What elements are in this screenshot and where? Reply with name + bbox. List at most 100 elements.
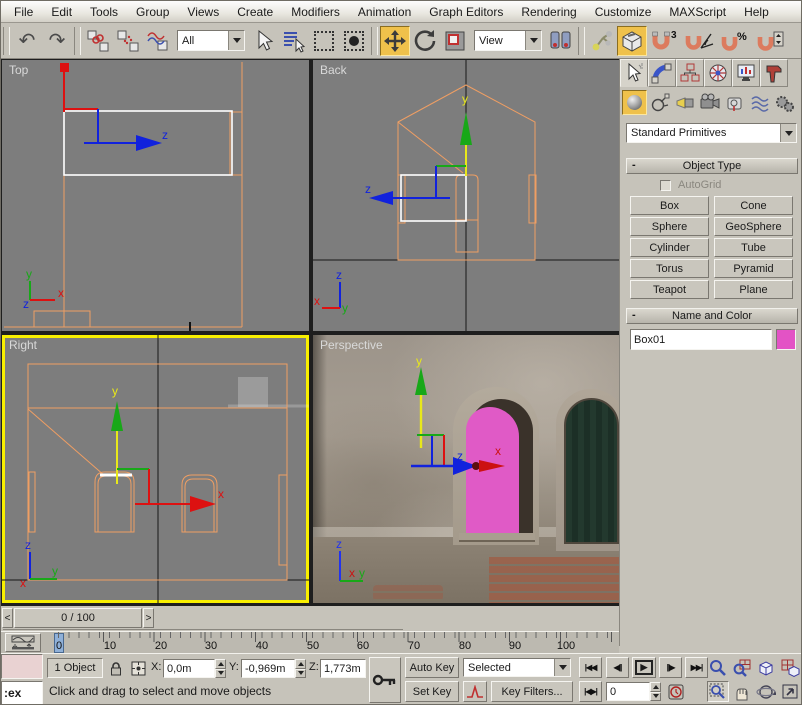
- zoom-extents-all-button[interactable]: [779, 657, 801, 678]
- arc-rotate-button[interactable]: [755, 681, 777, 702]
- spinner-snap-button[interactable]: [753, 26, 787, 56]
- set-keys-button[interactable]: [369, 657, 401, 703]
- previous-frame-button[interactable]: ◀||: [606, 657, 629, 678]
- rectangular-selection-region-button[interactable]: [309, 26, 339, 56]
- viewport-top[interactable]: Top z y z: [2, 60, 309, 331]
- menu-file[interactable]: File: [5, 3, 42, 21]
- zoom-button[interactable]: [707, 657, 729, 678]
- subtab-helpers[interactable]: [722, 90, 747, 115]
- create-plane-button[interactable]: Plane: [714, 280, 793, 299]
- time-slider-track[interactable]: [3, 629, 403, 630]
- viewport-right[interactable]: Right y: [2, 335, 309, 603]
- percent-snap-button[interactable]: %: [717, 26, 753, 56]
- z-coordinate-field[interactable]: 1,773m: [320, 659, 366, 678]
- create-torus-button[interactable]: Torus: [630, 259, 709, 278]
- viewport-perspective-label[interactable]: Perspective: [320, 338, 383, 352]
- time-configuration-button[interactable]: [665, 682, 686, 702]
- go-to-end-button[interactable]: ▶▶|: [685, 657, 708, 678]
- menu-rendering[interactable]: Rendering: [512, 3, 585, 21]
- menu-customize[interactable]: Customize: [586, 3, 661, 21]
- region-zoom-button[interactable]: [707, 681, 729, 702]
- menu-help[interactable]: Help: [735, 3, 778, 21]
- window-crossing-toggle-button[interactable]: [339, 26, 369, 56]
- subtab-geometry[interactable]: [622, 90, 647, 115]
- mini-curve-editor-button[interactable]: [5, 633, 41, 652]
- select-and-manipulate-button[interactable]: [587, 26, 617, 56]
- viewport-back-label[interactable]: Back: [320, 63, 347, 77]
- track-bar-ruler[interactable]: [49, 632, 615, 654]
- frame-spinner[interactable]: [650, 682, 661, 701]
- tab-utilities[interactable]: [760, 59, 788, 87]
- category-dropdown[interactable]: Standard Primitives: [626, 123, 797, 143]
- time-slider-prev-button[interactable]: <: [2, 608, 13, 628]
- use-pivot-point-button[interactable]: [546, 26, 576, 56]
- menu-views[interactable]: Views: [178, 3, 228, 21]
- pan-button[interactable]: [731, 681, 753, 702]
- play-button[interactable]: ▶: [632, 657, 656, 678]
- menu-edit[interactable]: Edit: [42, 3, 81, 21]
- create-cylinder-button[interactable]: Cylinder: [630, 238, 709, 257]
- y-spinner[interactable]: [295, 659, 306, 678]
- viewport-perspective[interactable]: Perspective y z x z x y: [313, 335, 619, 603]
- select-and-link-button[interactable]: [83, 26, 113, 56]
- key-mode-toggle-button[interactable]: |◀▶|: [579, 681, 602, 702]
- key-filters-button[interactable]: Key Filters...: [491, 681, 573, 702]
- redo-button[interactable]: ↷: [42, 26, 72, 56]
- undo-button[interactable]: ↶: [12, 26, 42, 56]
- create-box-button[interactable]: Box: [630, 196, 709, 215]
- create-cone-button[interactable]: Cone: [714, 196, 793, 215]
- menu-graph-editors[interactable]: Graph Editors: [420, 3, 512, 21]
- zoom-extents-button[interactable]: [755, 657, 777, 678]
- set-key-button[interactable]: Set Key: [405, 681, 459, 702]
- create-sphere-button[interactable]: Sphere: [630, 217, 709, 236]
- subtab-shapes[interactable]: [647, 90, 672, 115]
- tab-create[interactable]: [620, 59, 648, 87]
- selected-filter-dropdown[interactable]: Selected: [463, 658, 571, 677]
- select-and-move-button[interactable]: [380, 26, 410, 56]
- object-type-rollout-header[interactable]: - Object Type: [626, 158, 798, 174]
- bind-to-space-warp-button[interactable]: [143, 26, 173, 56]
- create-geosphere-button[interactable]: GeoSphere: [714, 217, 793, 236]
- default-tangent-button[interactable]: [463, 681, 487, 702]
- next-frame-button[interactable]: ||▶: [659, 657, 682, 678]
- menu-maxscript[interactable]: MAXScript: [660, 3, 735, 21]
- time-slider-next-button[interactable]: >: [143, 608, 154, 628]
- menu-animation[interactable]: Animation: [349, 3, 420, 21]
- track-bar[interactable]: 0 10 20 30 40 50 60 70 80 90 100: [1, 631, 619, 653]
- menu-tools[interactable]: Tools: [81, 3, 127, 21]
- menu-group[interactable]: Group: [127, 3, 178, 21]
- time-slider-handle[interactable]: 0 / 100: [14, 608, 142, 628]
- subtab-lights[interactable]: [672, 90, 697, 115]
- create-teapot-button[interactable]: Teapot: [630, 280, 709, 299]
- unlink-selection-button[interactable]: [113, 26, 143, 56]
- tab-hierarchy[interactable]: [676, 59, 704, 87]
- tab-motion[interactable]: [704, 59, 732, 87]
- auto-key-button[interactable]: Auto Key: [405, 657, 459, 678]
- subtab-systems[interactable]: [772, 90, 797, 115]
- selection-filter-dropdown[interactable]: All: [177, 30, 245, 51]
- create-tube-button[interactable]: Tube: [714, 238, 793, 257]
- autogrid-checkbox[interactable]: [660, 180, 671, 191]
- zoom-all-button[interactable]: [731, 657, 753, 678]
- x-coordinate-field[interactable]: 0,0m: [163, 659, 215, 678]
- viewport-top-label[interactable]: Top: [9, 63, 28, 77]
- menu-create[interactable]: Create: [228, 3, 282, 21]
- go-to-start-button[interactable]: |◀◀: [579, 657, 602, 678]
- viewport-right-label[interactable]: Right: [9, 338, 37, 352]
- y-coordinate-field[interactable]: -0,969m: [241, 659, 295, 678]
- tab-modify[interactable]: [648, 59, 676, 87]
- macro-recorder-field[interactable]: [1, 654, 43, 679]
- object-name-input[interactable]: Box01: [630, 329, 772, 350]
- reference-coordinate-dropdown[interactable]: View: [474, 30, 542, 51]
- select-object-button[interactable]: [249, 26, 279, 56]
- angle-snap-button[interactable]: [681, 26, 717, 56]
- subtab-cameras[interactable]: [697, 90, 722, 115]
- absolute-mode-toggle[interactable]: [129, 659, 148, 678]
- maxscript-listener-field[interactable]: :ex: [1, 681, 43, 705]
- x-spinner[interactable]: [215, 659, 226, 678]
- current-frame-field[interactable]: 0: [606, 682, 650, 701]
- subtab-space-warps[interactable]: [747, 90, 772, 115]
- create-pyramid-button[interactable]: Pyramid: [714, 259, 793, 278]
- select-and-scale-button[interactable]: [440, 26, 470, 56]
- name-color-rollout-header[interactable]: - Name and Color: [626, 308, 798, 324]
